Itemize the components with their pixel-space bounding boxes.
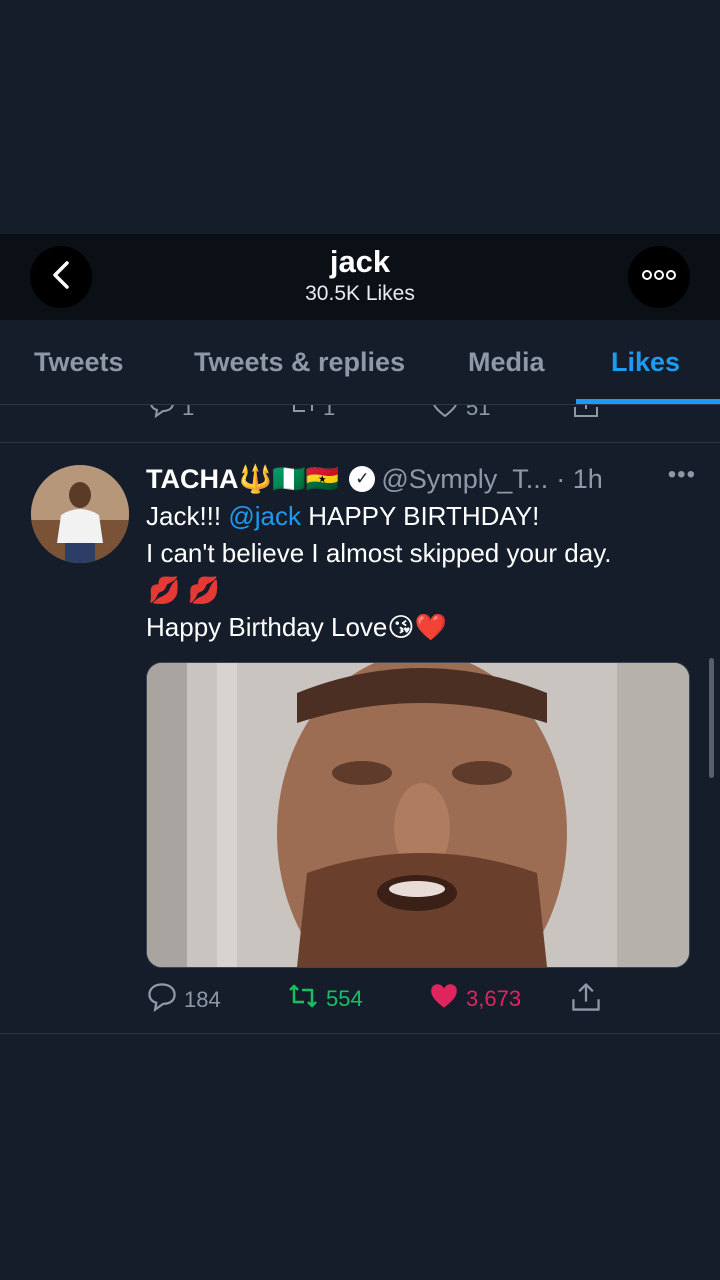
tweet[interactable]: TACHA🔱🇳🇬🇬🇭 ✓ @Symply_T... · 1h ••• Jack!… (0, 443, 720, 1034)
retweet-button[interactable]: 1 (289, 405, 335, 425)
profile-tabs: Tweets Tweets & replies Media Likes (0, 320, 720, 405)
scrollbar[interactable] (709, 658, 714, 778)
tab-likes[interactable]: Likes (611, 320, 680, 404)
reply-button[interactable]: 184 (146, 981, 221, 1019)
more-icon[interactable]: ••• (668, 461, 696, 489)
like-button[interactable]: 3,673 (428, 981, 521, 1017)
mention-link[interactable]: @jack (228, 501, 301, 531)
reply-count: 1 (182, 405, 195, 420)
active-tab-indicator (576, 399, 720, 404)
tweet-text-line-1: Jack!!! @jack HAPPY BIRTHDAY! (146, 501, 539, 532)
heart-outline-icon (430, 405, 460, 425)
share-icon (570, 981, 602, 1019)
more-horizontal-icon (641, 268, 677, 286)
author-handle[interactable]: @Symply_T... (381, 464, 548, 495)
profile-header: jack 30.5K Likes (0, 234, 720, 320)
tweet-header: TACHA🔱🇳🇬🇬🇭 ✓ @Symply_T... · 1h ••• (146, 461, 696, 497)
heart-filled-icon (428, 981, 460, 1017)
reply-icon (148, 405, 176, 425)
tweet-text-line-3: 💋 💋 (148, 575, 220, 605)
avatar[interactable] (31, 465, 129, 563)
tweet-text: HAPPY BIRTHDAY! (301, 501, 540, 531)
profile-name: jack (329, 244, 391, 279)
tweet-text: Jack!!! (146, 501, 229, 531)
reply-count: 184 (184, 987, 221, 1012)
more-button[interactable] (628, 246, 690, 308)
previous-tweet-actions: 1 1 51 (0, 405, 720, 443)
tweet-text-line-2: I can't believe I almost skipped your da… (146, 538, 612, 568)
retweet-icon (286, 981, 320, 1017)
like-count: 3,673 (466, 986, 522, 1011)
tab-tweets-replies[interactable]: Tweets & replies (194, 320, 405, 404)
tweet-time: · 1h (556, 463, 603, 494)
like-count: 51 (466, 405, 491, 420)
tweet-actions: 184 554 3,673 (146, 981, 626, 1021)
share-icon (572, 405, 600, 425)
tab-tweets[interactable]: Tweets (34, 320, 124, 404)
like-button[interactable]: 51 (430, 405, 490, 425)
retweet-count: 554 (326, 986, 363, 1011)
reply-button[interactable]: 1 (148, 405, 194, 425)
tweet-text-line-4: Happy Birthday Love😘❤️ (146, 612, 447, 642)
author-name[interactable]: TACHA🔱🇳🇬🇬🇭 (146, 463, 339, 495)
retweet-count: 1 (323, 405, 336, 420)
retweet-icon (289, 405, 317, 425)
reply-icon (146, 981, 178, 1019)
verified-badge-icon: ✓ (349, 466, 376, 492)
share-button[interactable] (572, 405, 600, 425)
share-button[interactable] (570, 981, 602, 1019)
tab-media[interactable]: Media (468, 320, 545, 404)
likes-count: 30.5K Likes (305, 282, 415, 305)
tweet-media-image[interactable] (146, 662, 690, 968)
retweet-button[interactable]: 554 (286, 981, 363, 1017)
